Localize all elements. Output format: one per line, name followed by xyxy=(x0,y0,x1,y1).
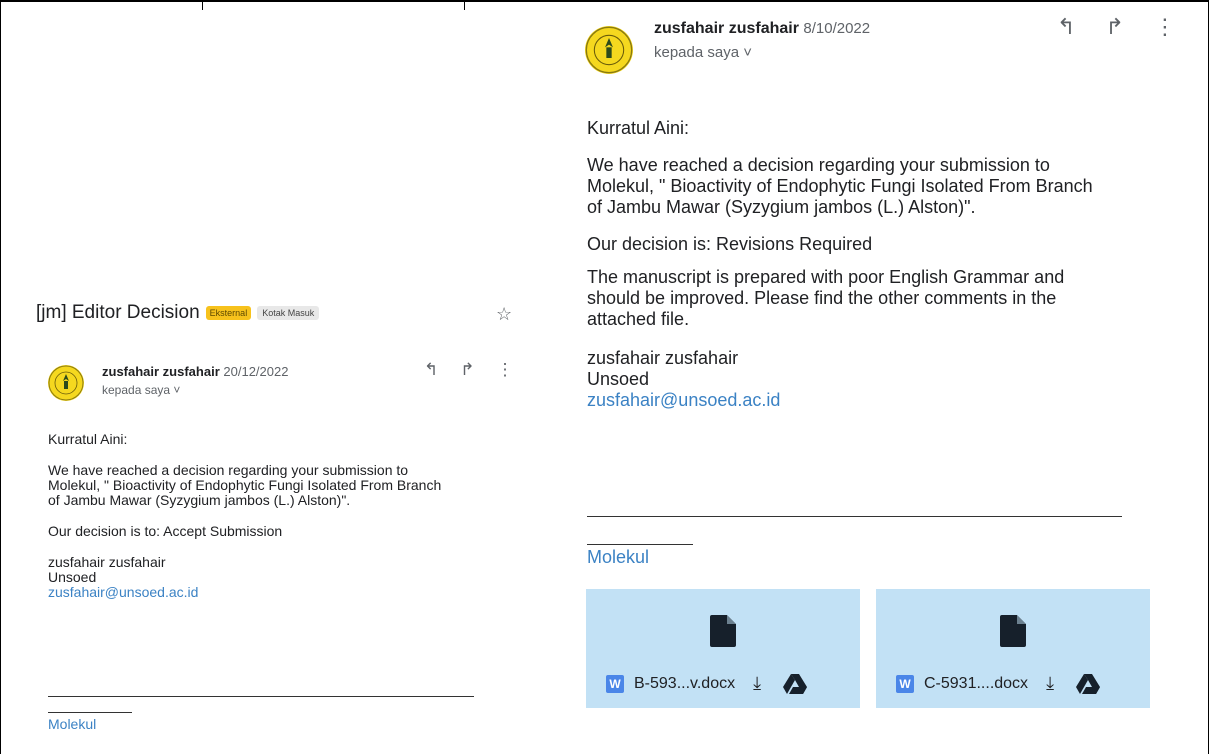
sender-name[interactable]: zusfahair zusfahair xyxy=(102,364,220,379)
word-file-icon: W xyxy=(896,674,914,693)
signature-email-link[interactable]: zusfahair@unsoed.ac.id xyxy=(48,585,441,600)
message-actions: ↰ ↱ ⋮ xyxy=(1057,14,1176,40)
body-line: attached file. xyxy=(587,309,690,329)
decision-text: Our decision is: Revisions Required xyxy=(587,234,873,254)
signature-email-link[interactable]: zusfahair@unsoed.ac.id xyxy=(587,390,1093,411)
signature-divider xyxy=(48,696,474,697)
email-subject: [jm] Editor Decision xyxy=(36,302,200,323)
word-file-icon: W xyxy=(606,674,624,693)
external-badge: Eksternal xyxy=(205,306,252,320)
footer-link[interactable]: Molekul xyxy=(48,716,96,734)
recipient-label: kepada saya xyxy=(654,44,740,61)
body-line: The manuscript is prepared with poor Eng… xyxy=(587,267,1065,287)
more-vert-icon[interactable]: ⋮ xyxy=(1154,14,1176,40)
attachment-row: W C-5931....docx ⤓ xyxy=(896,673,1101,694)
star-icon[interactable]: ☆ xyxy=(496,304,512,325)
drive-icon[interactable] xyxy=(1076,673,1101,694)
university-seal-icon xyxy=(585,26,633,74)
greeting: Kurratul Aini: xyxy=(48,431,128,447)
body-line: Molekul, " Bioactivity of Endophytic Fun… xyxy=(48,477,442,493)
email-date: 20/12/2022 xyxy=(223,364,289,379)
attachment-filename: B-593...v.docx xyxy=(634,674,736,692)
signature-divider xyxy=(48,712,132,713)
footer-link[interactable]: Molekul xyxy=(587,546,649,569)
avatar[interactable] xyxy=(48,365,84,401)
body-line: should be improved. Please find the othe… xyxy=(587,288,1057,308)
email-body: Kurratul Aini: We have reached a decisio… xyxy=(48,432,441,600)
download-icon[interactable]: ⤓ xyxy=(1046,673,1054,694)
email-date: 8/10/2022 xyxy=(803,20,871,37)
body-line: We have reached a decision regarding you… xyxy=(48,462,409,478)
signature-name: zusfahair zusfahair xyxy=(587,348,739,368)
top-divider xyxy=(464,0,465,10)
sender-name[interactable]: zusfahair zusfahair xyxy=(654,20,799,37)
reply-icon[interactable]: ↰ xyxy=(1057,14,1075,40)
chevron-down-icon: ˅ xyxy=(173,383,181,397)
avatar[interactable] xyxy=(585,26,633,74)
attachment-row: W B-593...v.docx ⤓ xyxy=(606,673,808,694)
body-line: Molekul, " Bioactivity of Endophytic Fun… xyxy=(587,176,1093,196)
body-line: of Jambu Mawar (Syzygium jambos (L.) Als… xyxy=(587,197,976,217)
attachment-card[interactable]: W B-593...v.docx ⤓ xyxy=(586,589,860,708)
sender-block: zusfahair zusfahair 20/12/2022 kepada sa… xyxy=(102,364,288,397)
recipient-toggle[interactable]: kepada saya ˅ xyxy=(102,383,288,397)
attachment-card[interactable]: W C-5931....docx ⤓ xyxy=(876,589,1150,708)
decision-text: Our decision is to: Accept Submission xyxy=(48,523,283,539)
body-line: of Jambu Mawar (Syzygium jambos (L.) Als… xyxy=(48,492,351,508)
email-body: Kurratul Aini: We have reached a decisio… xyxy=(587,118,1093,411)
top-divider xyxy=(202,0,203,10)
sender-block: zusfahair zusfahair 8/10/2022 kepada say… xyxy=(654,20,870,61)
attachment-filename: C-5931....docx xyxy=(924,674,1029,692)
forward-icon[interactable]: ↱ xyxy=(460,360,474,380)
message-actions: ↰ ↱ ⋮ xyxy=(424,360,514,380)
forward-icon[interactable]: ↱ xyxy=(1105,14,1123,40)
signature-divider xyxy=(587,516,1122,517)
drive-icon[interactable] xyxy=(783,673,808,694)
recipient-label: kepada saya xyxy=(102,383,171,397)
signature-divider xyxy=(587,544,693,545)
download-icon[interactable]: ⤓ xyxy=(753,673,761,694)
greeting: Kurratul Aini: xyxy=(587,118,690,138)
recipient-toggle[interactable]: kepada saya ˅ xyxy=(654,44,870,61)
signature-org: Unsoed xyxy=(587,369,650,389)
document-icon xyxy=(710,615,736,647)
university-seal-icon xyxy=(48,365,84,401)
signature-name: zusfahair zusfahair xyxy=(48,554,166,570)
subject-row: [jm] Editor Decision Eksternal Kotak Mas… xyxy=(36,302,320,324)
inbox-label[interactable]: Kotak Masuk xyxy=(257,306,320,320)
more-vert-icon[interactable]: ⋮ xyxy=(497,360,514,380)
document-icon xyxy=(1000,615,1026,647)
chevron-down-icon: ˅ xyxy=(743,44,753,61)
reply-icon[interactable]: ↰ xyxy=(424,360,438,380)
body-line: We have reached a decision regarding you… xyxy=(587,155,1050,175)
signature-org: Unsoed xyxy=(48,569,97,585)
